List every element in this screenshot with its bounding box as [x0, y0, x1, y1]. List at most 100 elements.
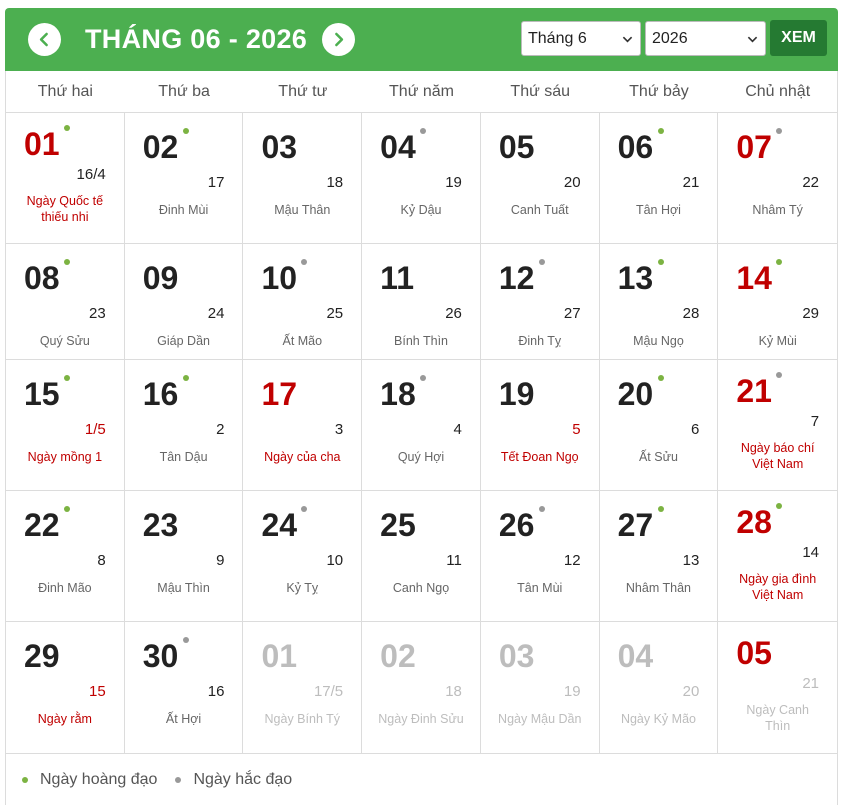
day-cell[interactable]: 11 26 Bính Thìn [362, 244, 481, 359]
legend-item-good: Ngày hoàng đạo [22, 771, 157, 789]
day-cell[interactable]: 05 21 Ngày Canh Thìn [718, 622, 837, 753]
lunar-day: 19 [563, 683, 581, 700]
prev-month-button[interactable] [28, 23, 61, 56]
can-chi-label: Mậu Ngọ [633, 334, 684, 348]
day-cell[interactable]: 10 25 Ất Mão [243, 244, 363, 359]
can-chi-label: Nhâm Tý [752, 203, 803, 217]
month-title: THÁNG 06 - 2026 [85, 24, 308, 54]
solar-day-number: 18 [380, 376, 416, 412]
day-cell[interactable]: 13 28 Mậu Ngọ [600, 244, 719, 359]
solar-day-number: 05 [736, 635, 772, 671]
day-cell[interactable]: 12 27 Đinh Tỵ [481, 244, 600, 359]
day-cell[interactable]: 15 1/5 Ngày mồng 1 [6, 360, 125, 490]
bad-day-dot-icon [175, 776, 182, 783]
day-cell[interactable]: 01 16/4 Ngày Quốc tế thiếu nhi [6, 113, 125, 243]
day-cell[interactable]: 22 8 Đinh Mão [6, 491, 125, 621]
solar-day-number: 03 [261, 129, 298, 165]
lunar-day: 16 [207, 683, 225, 700]
good-day-dot-icon [657, 128, 664, 134]
lunar-day: 17/5 [313, 683, 344, 700]
good-day-dot-icon [182, 128, 189, 134]
bad-day-dot-icon [538, 259, 545, 265]
day-cell[interactable]: 17 3 Ngày của cha [243, 360, 363, 490]
day-cell[interactable]: 02 18 Ngày Đinh Sửu [362, 622, 481, 753]
day-cell[interactable]: 09 24 Giáp Dần [125, 244, 244, 359]
can-chi-label: Ất Mão [282, 334, 323, 348]
solar-day-number: 04 [617, 638, 654, 674]
can-chi-label: Bính Thìn [394, 334, 448, 348]
good-day-dot-icon [776, 503, 783, 509]
solar-day-number: 16 [142, 376, 179, 412]
lunar-day: 24 [207, 305, 225, 322]
day-cell[interactable]: 27 13 Nhâm Thân [600, 491, 719, 621]
day-cell[interactable]: 08 23 Quý Sửu [6, 244, 125, 359]
day-cell[interactable]: 14 29 Kỷ Mùi [718, 244, 837, 359]
day-cell[interactable]: 05 20 Canh Tuất [481, 113, 600, 243]
can-chi-label: Ngày Mậu Dần [498, 712, 582, 726]
lunar-day: 18 [326, 174, 344, 191]
can-chi-label: Canh Ngọ [392, 581, 450, 595]
solar-day-number: 01 [261, 638, 298, 674]
day-cell[interactable]: 04 19 Kỷ Dậu [362, 113, 481, 243]
holiday-label: Ngày báo chí Việt Nam [740, 441, 815, 471]
weekday-label: Chủ nhật [745, 83, 811, 100]
day-cell[interactable]: 21 7 Ngày báo chí Việt Nam [718, 360, 837, 490]
chevron-down-icon [747, 36, 758, 43]
lunar-day: 7 [810, 413, 820, 430]
can-chi-label: Mậu Thìn [157, 581, 210, 595]
day-cell[interactable]: 29 15 Ngày rằm [6, 622, 125, 753]
day-cell[interactable]: 28 14 Ngày gia đình Việt Nam [718, 491, 837, 621]
day-cell[interactable]: 07 22 Nhâm Tý [718, 113, 837, 243]
day-cell[interactable]: 02 17 Đinh Mùi [125, 113, 244, 243]
good-day-dot-icon [64, 259, 70, 265]
week-row: 08 23 Quý Sửu 09 24 Giáp Dần 10 25 Ất Mão 11 26 Bín… [6, 244, 837, 360]
chevron-right-icon [335, 32, 344, 47]
solar-day-number: 29 [24, 638, 60, 674]
weekday-header-row: Thứ hai Thứ ba Thứ tư Thứ năm Thứ sáu Th… [6, 71, 837, 113]
lunar-day: 17 [207, 174, 225, 191]
lunar-day: 3 [334, 421, 344, 438]
calendar-grid: Thứ hai Thứ ba Thứ tư Thứ năm Thứ sáu Th… [5, 71, 838, 754]
day-cell[interactable]: 19 5 Tết Đoan Ngọ [481, 360, 600, 490]
solar-day-number: 26 [498, 507, 535, 543]
solar-day-number: 08 [24, 260, 60, 296]
day-cell[interactable]: 25 11 Canh Ngọ [362, 491, 481, 621]
solar-day-number: 14 [736, 260, 772, 296]
day-cell[interactable]: 06 21 Tân Hợi [600, 113, 719, 243]
year-select[interactable]: 2026 [645, 21, 766, 56]
day-cell[interactable]: 20 6 Ất Sửu [600, 360, 719, 490]
lunar-day: 6 [690, 421, 700, 438]
can-chi-label: Kỷ Dậu [400, 203, 442, 217]
day-cell[interactable]: 23 9 Mậu Thìn [125, 491, 244, 621]
day-cell[interactable]: 18 4 Quý Hợi [362, 360, 481, 490]
day-cell[interactable]: 26 12 Tân Mùi [481, 491, 600, 621]
day-cell[interactable]: 03 18 Mậu Thân [243, 113, 363, 243]
view-button[interactable]: XEM [770, 20, 827, 56]
day-cell[interactable]: 03 19 Ngày Mậu Dần [481, 622, 600, 753]
can-chi-label: Giáp Dần [157, 334, 210, 348]
solar-day-number: 02 [142, 129, 179, 165]
day-cell[interactable]: 24 10 Kỷ Tỵ [243, 491, 363, 621]
weekday-label: Thứ bảy [629, 83, 689, 100]
holiday-label: Ngày Quốc tế thiếu nhi [26, 194, 104, 224]
lunar-day: 20 [682, 683, 700, 700]
can-chi-label: Đinh Mùi [158, 203, 209, 217]
holiday-label: Ngày gia đình Việt Nam [739, 572, 817, 602]
can-chi-label: Canh Tuất [510, 203, 569, 217]
month-select[interactable]: Tháng 6 [521, 21, 641, 56]
solar-day-number: 02 [380, 638, 416, 674]
day-cell[interactable]: 04 20 Ngày Kỷ Mão [600, 622, 719, 753]
month-select-value: Tháng 6 [528, 30, 587, 47]
good-day-dot-icon [657, 375, 664, 381]
can-chi-label: Quý Sửu [39, 334, 90, 348]
day-cell[interactable]: 30 16 Ất Hợi [125, 622, 244, 753]
day-cell[interactable]: 01 17/5 Ngày Bính Tý [243, 622, 363, 753]
weekday-label: Thứ ba [158, 83, 210, 100]
bad-day-dot-icon [301, 259, 308, 265]
day-cell[interactable]: 16 2 Tân Dậu [125, 360, 244, 490]
lunar-day: 25 [326, 305, 344, 322]
solar-day-number: 12 [498, 260, 535, 296]
next-month-button[interactable] [322, 23, 355, 56]
can-chi-label: Tân Dậu [159, 450, 208, 464]
can-chi-label: Mậu Thân [274, 203, 331, 217]
